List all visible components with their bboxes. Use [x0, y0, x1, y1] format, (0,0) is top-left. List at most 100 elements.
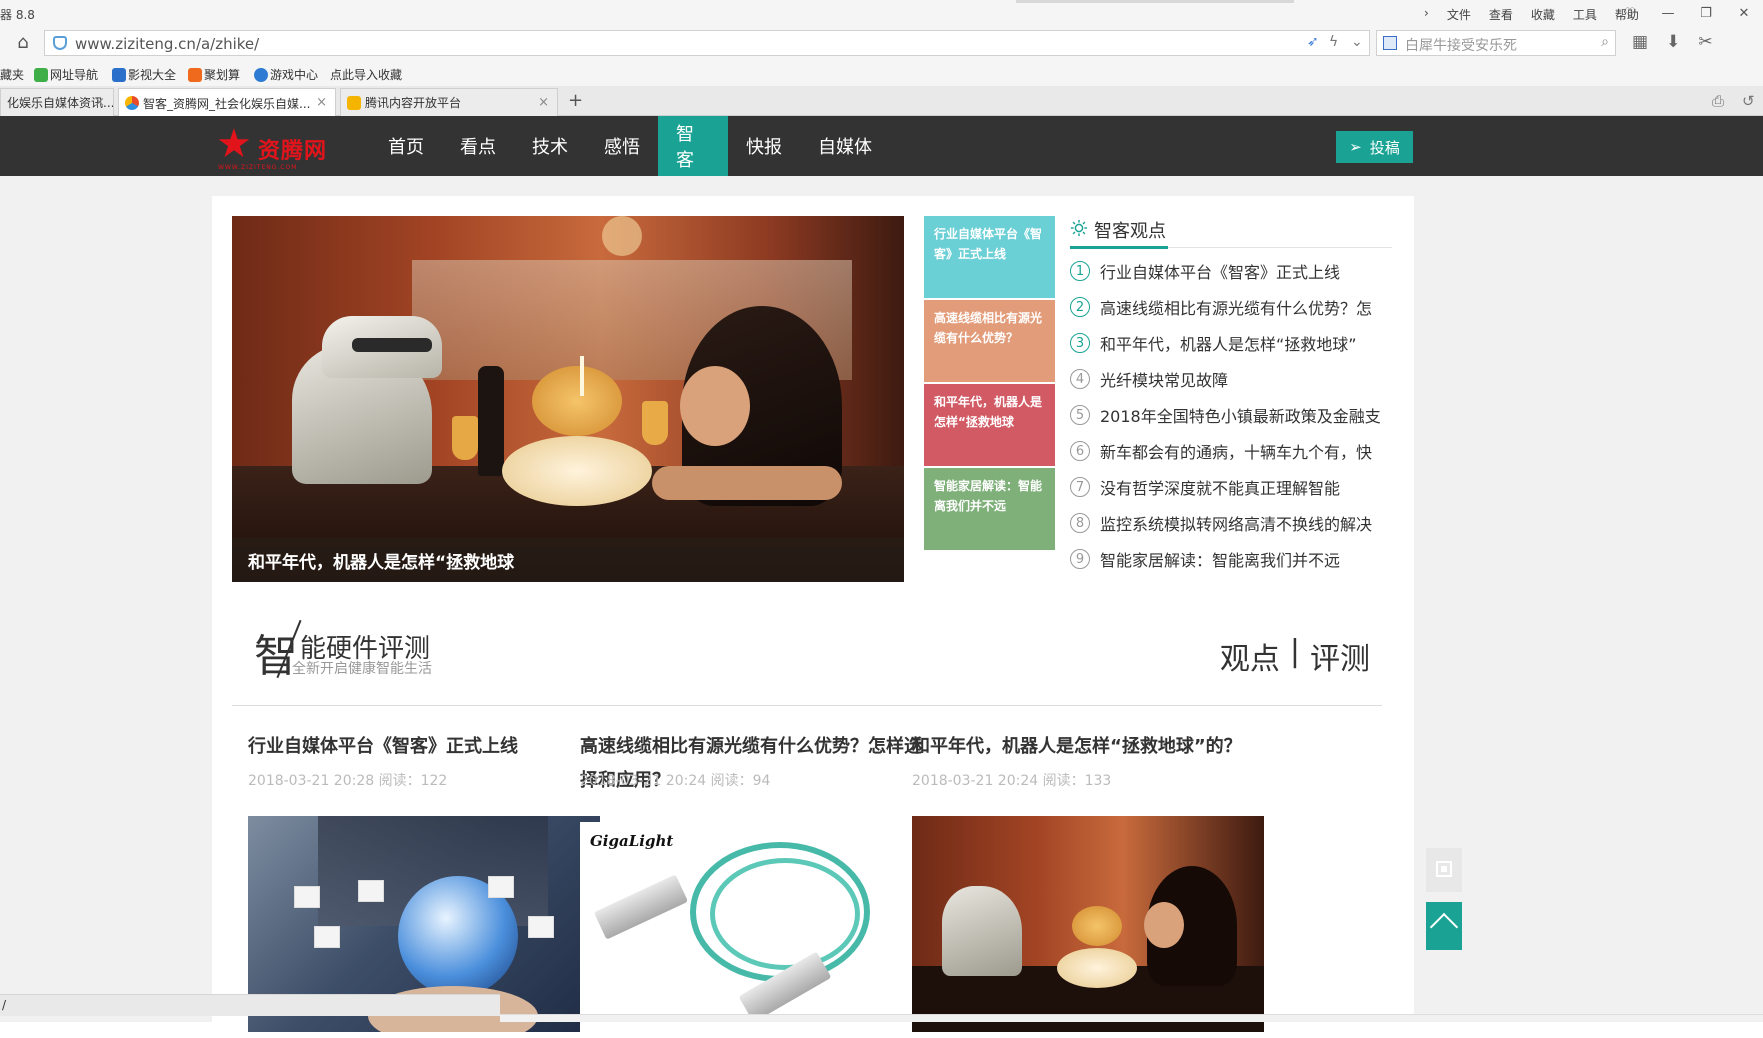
- search-box[interactable]: 白犀牛接受安乐死 ⌕: [1376, 30, 1616, 56]
- site-logo[interactable]: ★ 资腾网 WWW.ZIZITENG.COM: [216, 124, 352, 172]
- menu-tools[interactable]: 工具: [1573, 6, 1597, 23]
- thumb-cake: [1057, 948, 1137, 988]
- new-tab-button[interactable]: +: [568, 90, 583, 111]
- apps-grid-icon[interactable]: ▦: [1632, 32, 1648, 52]
- screenshot-scissors-icon[interactable]: ✂: [1698, 32, 1712, 52]
- list-item[interactable]: 2 高速线缆相比有源光缆有什么优势？怎: [1070, 289, 1392, 325]
- tab-close-icon[interactable]: ×: [538, 95, 549, 110]
- skin-icon[interactable]: ♡: [1611, 0, 1649, 26]
- tab-close-icon[interactable]: ×: [316, 95, 327, 110]
- list-item-text[interactable]: 和平年代，机器人是怎样“拯救地球”: [1100, 331, 1357, 355]
- list-item[interactable]: 1 行业自媒体平台《智客》正式上线: [1070, 253, 1392, 289]
- home-icon[interactable]: ⌂: [12, 33, 34, 53]
- thumb-photo: [294, 886, 320, 908]
- favorites-folder[interactable]: 藏夹: [0, 66, 24, 83]
- gigalight-logo: GigaLight: [590, 832, 674, 850]
- submit-article-button[interactable]: ➢ 投稿: [1336, 131, 1413, 163]
- hero-banner[interactable]: 和平年代，机器人是怎样“拯救地球: [232, 216, 904, 582]
- list-item-text[interactable]: 新车都会有的通病，十辆车九个有，快: [1100, 439, 1372, 463]
- hero-caption[interactable]: 和平年代，机器人是怎样“拯救地球: [248, 548, 514, 573]
- hero-face: [680, 366, 750, 446]
- list-item[interactable]: 8 监控系统模拟转网络高清不换线的解决: [1070, 505, 1392, 541]
- list-item-text[interactable]: 高速线缆相比有源光缆有什么优势？怎: [1100, 295, 1372, 319]
- article-title[interactable]: 和平年代，机器人是怎样“拯救地球”的？: [912, 730, 1264, 764]
- minimize-button[interactable]: —: [1649, 0, 1687, 26]
- hero-robot-visor: [352, 338, 432, 352]
- arrow-up-icon: [1429, 912, 1459, 942]
- list-item-text[interactable]: 2018年全国特色小镇最新政策及金融支: [1100, 403, 1381, 427]
- menu-file[interactable]: 文件: [1447, 6, 1471, 23]
- import-favorites-link[interactable]: 点此导入收藏: [330, 66, 402, 83]
- back-to-top-button[interactable]: [1426, 902, 1462, 950]
- tab-review[interactable]: 评测: [1310, 634, 1370, 678]
- list-item[interactable]: 3 和平年代，机器人是怎样“拯救地球”: [1070, 325, 1392, 361]
- tile-cable[interactable]: 高速线缆相比有源光缆有什么优势？: [924, 300, 1055, 382]
- nav-zhike[interactable]: 智客: [658, 116, 728, 176]
- tab-media-news[interactable]: 化娱乐自媒体资讯... ×: [0, 88, 114, 116]
- deal-icon: [188, 67, 202, 82]
- article-meta: 2018-03-21 20:24 阅读：133: [912, 773, 1112, 789]
- viewpoints-list: 1 行业自媒体平台《智客》正式上线 2 高速线缆相比有源光缆有什么优势？怎 3 和平年…: [1070, 253, 1392, 577]
- list-item[interactable]: 5 2018年全国特色小镇最新政策及金融支: [1070, 397, 1392, 433]
- viewpoints-header: 智客观点: [1070, 216, 1392, 249]
- close-button[interactable]: ✕: [1725, 0, 1763, 26]
- browser-status-bar: /: [0, 994, 500, 1016]
- tab-zhike[interactable]: 智客_资腾网_社会化娱乐自媒... ×: [118, 88, 336, 117]
- article-thumbnail[interactable]: [912, 816, 1264, 1032]
- tile-self-media[interactable]: 行业自媒体平台《智客》正式上线: [924, 216, 1055, 298]
- address-bar[interactable]: www.ziziteng.cn/a/zhike/ ➶ ϟ ⌄: [44, 30, 1370, 56]
- tab-viewpoint[interactable]: 观点: [1220, 634, 1280, 678]
- favorite-juhuasuan[interactable]: 聚划算: [188, 66, 240, 83]
- list-item[interactable]: 6 新车都会有的通病，十辆车九个有，快: [1070, 433, 1392, 469]
- favorite-nav-sites[interactable]: 网址导航: [34, 66, 98, 83]
- favorite-video[interactable]: 影视大全: [112, 66, 176, 83]
- tab-list-icon[interactable]: ⎙: [1712, 92, 1724, 110]
- favorite-games[interactable]: 游戏中心: [254, 66, 318, 83]
- site-navigation: ★ 资腾网 WWW.ZIZITENG.COM 首页 看点 技术 感悟 智客 快报…: [0, 116, 1763, 176]
- url-text[interactable]: www.ziziteng.cn/a/zhike/: [75, 35, 259, 53]
- list-item[interactable]: 9 智能家居解读：智能离我们并不远: [1070, 541, 1392, 577]
- search-engine-icon[interactable]: [1383, 36, 1397, 50]
- section-subtitle: 全新开启健康智能生活: [292, 661, 432, 677]
- list-item-text[interactable]: 没有哲学深度就不能真正理解智能: [1100, 475, 1340, 499]
- download-icon[interactable]: ⬇: [1666, 32, 1680, 52]
- menu-view[interactable]: 查看: [1489, 6, 1513, 23]
- tencent-favicon-icon: [347, 95, 361, 110]
- rank-badge: 7: [1070, 477, 1090, 497]
- lightning-icon[interactable]: ϟ: [1329, 34, 1338, 50]
- undo-close-tab-icon[interactable]: ↺: [1742, 92, 1755, 110]
- list-item-text[interactable]: 智能家居解读：智能离我们并不远: [1100, 547, 1340, 571]
- logo-domain: WWW.ZIZITENG.COM: [218, 164, 298, 171]
- hero-candle: [580, 356, 584, 396]
- list-item-text[interactable]: 监控系统模拟转网络高清不换线的解决: [1100, 511, 1372, 535]
- game-icon: [254, 67, 268, 82]
- tab-tencent-open-platform[interactable]: 腾讯内容开放平台 ×: [340, 88, 558, 116]
- tab-close-icon[interactable]: ×: [94, 95, 105, 110]
- list-item[interactable]: 4 光纤模块常见故障: [1070, 361, 1392, 397]
- list-item-text[interactable]: 行业自媒体平台《智客》正式上线: [1100, 259, 1340, 283]
- nav-tech[interactable]: 技术: [514, 116, 586, 176]
- article-title[interactable]: 行业自媒体平台《智客》正式上线: [248, 730, 600, 764]
- section-header: 智 能硬件评测 全新开启健康智能生活 观点 | 评测: [232, 619, 1382, 706]
- dropdown-chevron-icon[interactable]: ⌄: [1351, 34, 1363, 50]
- qr-code-button[interactable]: [1426, 848, 1462, 892]
- browser-titlebar: 器 8.8 › 文件 查看 收藏 工具 帮助 ♡ — ❐ ✕: [0, 0, 1763, 26]
- logo-text: 资腾网: [258, 138, 328, 164]
- menu-arrow-icon[interactable]: ›: [1424, 6, 1429, 23]
- rocket-icon[interactable]: ➶: [1307, 34, 1319, 50]
- nav-ganwu[interactable]: 感悟: [586, 116, 658, 176]
- tile-robot[interactable]: 和平年代，机器人是怎样“拯救地球: [924, 384, 1055, 466]
- search-icon[interactable]: ⌕: [1601, 34, 1609, 50]
- nav-kuaibao[interactable]: 快报: [728, 116, 800, 176]
- menu-favorites[interactable]: 收藏: [1531, 6, 1555, 23]
- tile-smart-home[interactable]: 智能家居解读：智能离我们并不远: [924, 468, 1055, 550]
- nav-kandian[interactable]: 看点: [442, 116, 514, 176]
- restore-button[interactable]: ❐: [1687, 0, 1725, 26]
- main-content: 和平年代，机器人是怎样“拯救地球 行业自媒体平台《智客》正式上线 高速线缆相比有…: [212, 196, 1414, 1038]
- nav-home[interactable]: 首页: [370, 116, 442, 176]
- nav-self-media[interactable]: 自媒体: [800, 116, 890, 176]
- search-placeholder[interactable]: 白犀牛接受安乐死: [1405, 35, 1517, 55]
- article-thumbnail[interactable]: GigaLight: [580, 822, 932, 1038]
- list-item[interactable]: 7 没有哲学深度就不能真正理解智能: [1070, 469, 1392, 505]
- list-item-text[interactable]: 光纤模块常见故障: [1100, 367, 1228, 391]
